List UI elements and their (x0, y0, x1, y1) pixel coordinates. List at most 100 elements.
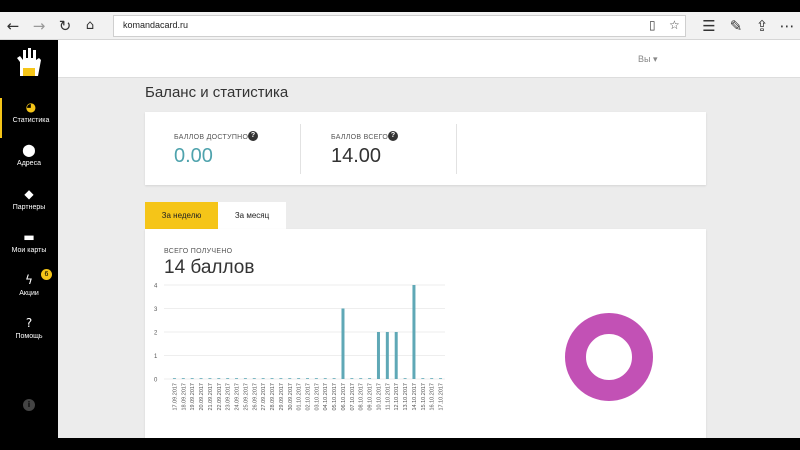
received-total-label: ВСЕГО ПОЛУЧЕНО (164, 248, 233, 255)
question-icon: ? (25, 316, 33, 330)
browser-window: ← → ↻ ⌂ komandacard.ru ▯ ☆ ☰ ✎ ⇪ ⋯ ◕ Ста… (0, 12, 800, 438)
forward-icon[interactable]: → (29, 16, 49, 36)
home-icon[interactable]: ⌂ (80, 16, 100, 36)
url-text: komandacard.ru (123, 20, 189, 30)
bar[interactable] (243, 378, 247, 379)
tab-week[interactable]: За неделю (145, 202, 218, 229)
x-tick-label: 19.09.2017 (190, 383, 196, 411)
x-tick-label: 22.09.2017 (217, 383, 223, 411)
x-tick-label: 30.09.2017 (288, 383, 294, 411)
bar[interactable] (252, 378, 256, 379)
user-menu[interactable]: Вы ▾ (638, 54, 658, 65)
x-tick-label: 04.10.2017 (323, 383, 329, 411)
total-points-label: БАЛЛОВ ВСЕГО (331, 134, 389, 141)
help-icon[interactable]: ? (388, 131, 398, 141)
bar[interactable] (403, 378, 407, 379)
total-points-value: 14.00 (331, 145, 382, 167)
x-tick-label: 26.09.2017 (252, 383, 258, 411)
x-tick-label: 14.10.2017 (412, 383, 418, 411)
x-tick-label: 02.10.2017 (306, 383, 312, 411)
bar[interactable] (359, 378, 363, 379)
sidebar-item-statistics[interactable]: ◕ Статистика (0, 98, 58, 138)
bar[interactable] (270, 378, 274, 379)
y-tick-label: 0 (154, 378, 158, 384)
x-tick-label: 11.10.2017 (385, 383, 391, 410)
bar[interactable] (172, 378, 176, 379)
sidebar-item-my-cards[interactable]: ▬ Мои карты (0, 228, 58, 268)
bar[interactable] (199, 378, 203, 379)
bar[interactable] (288, 378, 292, 379)
x-tick-label: 17.09.2017 (172, 383, 178, 411)
bar[interactable] (208, 378, 212, 379)
bar[interactable] (385, 332, 389, 379)
x-tick-label: 28.09.2017 (270, 383, 276, 411)
points-bar-chart: 4 3 2 1 0 17.09.2017 18.09.2017 19.09.2017 20.09… (154, 284, 445, 411)
bar[interactable] (439, 378, 443, 379)
address-bar[interactable]: komandacard.ru ▯ ☆ (113, 15, 686, 37)
sidebar-item-addresses[interactable]: ⬤ Адреса (0, 141, 58, 181)
x-tick-label: 12.10.2017 (394, 383, 400, 411)
x-tick-label: 27.09.2017 (261, 383, 267, 411)
x-tick-label: 23.09.2017 (226, 383, 232, 411)
bar[interactable] (235, 378, 239, 379)
bar[interactable] (306, 378, 309, 379)
available-points-label: БАЛЛОВ ДОСТУПНО (174, 134, 249, 141)
sidebar: ◕ Статистика ⬤ Адреса ◆ Партнеры ▬ Мои к… (0, 40, 58, 438)
sidebar-item-label: Мои карты (11, 247, 47, 254)
sidebar-item-partners[interactable]: ◆ Партнеры (0, 185, 58, 225)
bar[interactable] (181, 378, 185, 379)
bar[interactable] (421, 378, 425, 379)
bar[interactable] (368, 378, 372, 379)
sidebar-item-label: Акции (19, 290, 39, 297)
refresh-icon[interactable]: ↻ (55, 16, 75, 36)
bar[interactable] (332, 378, 336, 379)
points-donut-chart (565, 313, 653, 401)
x-tick-label: 09.10.2017 (368, 383, 374, 411)
x-tick-label: 20.09.2017 (199, 383, 205, 411)
info-icon[interactable]: i (23, 399, 35, 411)
y-tick-label: 4 (154, 284, 158, 290)
back-icon[interactable]: ← (3, 16, 23, 36)
bar[interactable] (261, 378, 265, 379)
bar[interactable] (226, 378, 230, 379)
bar[interactable] (297, 378, 301, 379)
divider (300, 124, 301, 174)
favorite-star-icon[interactable]: ☆ (669, 18, 680, 32)
received-total-value: 14 баллов (164, 257, 255, 278)
bar[interactable] (412, 285, 416, 379)
share-icon[interactable]: ⇪ (752, 16, 772, 36)
bar[interactable] (350, 378, 354, 379)
bar[interactable] (190, 378, 194, 379)
favorites-hub-icon[interactable]: ☰ (699, 16, 719, 36)
sidebar-item-promotions[interactable]: ϟ 6 Акции (0, 269, 58, 311)
x-tick-label: 16.10.2017 (430, 383, 436, 411)
pen-icon[interactable]: ✎ (726, 16, 746, 36)
bar[interactable] (341, 308, 345, 380)
x-tick-label: 08.10.2017 (359, 383, 365, 411)
sidebar-item-label: Статистика (12, 117, 50, 124)
divider (456, 124, 457, 174)
bar[interactable] (217, 378, 221, 379)
bar[interactable] (314, 378, 318, 379)
tab-month[interactable]: За месяц (218, 202, 286, 229)
x-tick-label: 17.10.2017 (439, 383, 445, 411)
bar[interactable] (279, 378, 283, 379)
x-tick-label: 01.10.2017 (297, 383, 303, 411)
bar[interactable] (394, 332, 398, 379)
brand-logo-icon (17, 48, 41, 76)
bar[interactable] (430, 378, 434, 379)
x-tick-label: 18.09.2017 (181, 383, 187, 411)
x-tick-label: 13.10.2017 (403, 383, 409, 411)
y-tick-label: 3 (154, 307, 158, 313)
reading-view-icon[interactable]: ▯ (649, 18, 656, 32)
top-header: Вы ▾ (58, 40, 800, 78)
more-icon[interactable]: ⋯ (777, 16, 797, 36)
bar[interactable] (323, 378, 327, 379)
sidebar-item-label: Адреса (17, 160, 41, 167)
sidebar-item-label: Помощь (15, 333, 43, 340)
help-icon[interactable]: ? (248, 131, 258, 141)
bar[interactable] (376, 332, 380, 379)
sidebar-item-label: Партнеры (12, 204, 46, 211)
sidebar-item-help[interactable]: ? Помощь (0, 314, 58, 354)
x-tick-label: 07.10.2017 (350, 383, 356, 411)
